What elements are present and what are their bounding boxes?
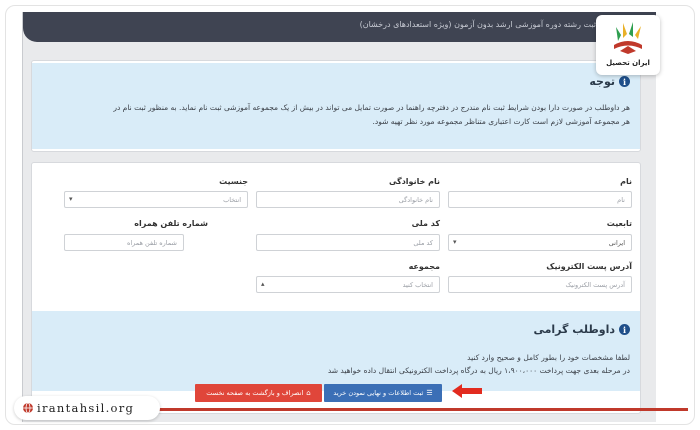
phone-label: شماره تلفن همراه	[134, 219, 208, 228]
info-icon: i	[619, 76, 630, 87]
last-name-input[interactable]: نام خانوادگی	[256, 191, 440, 208]
logo-emblem-icon	[614, 22, 642, 54]
first-name-input[interactable]: نام	[448, 191, 632, 208]
chevron-down-icon: ▾	[453, 238, 457, 246]
phone-input[interactable]: شماره تلفن همراه	[64, 234, 184, 251]
last-name-label: نام خانوادگی	[388, 177, 440, 186]
globe-icon	[23, 402, 33, 414]
email-input[interactable]: آدرس پست الکترونیک	[448, 276, 632, 293]
candidate-notice-text: لطفا مشخصات خود را بطور کامل و صحیح وارد…	[42, 351, 630, 377]
screenshot-area: ثبت رشته دوره آموزشی ارشد بدون آزمون (وی…	[22, 12, 656, 422]
notice-box: i توجه هر داوطلب در صورت دارا بودن شرایط…	[32, 63, 640, 149]
site-url-badge: irantahsil.org	[14, 396, 160, 420]
gender-select[interactable]: انتخاب ▾	[64, 191, 248, 208]
red-arrow-icon	[452, 384, 482, 398]
national-code-input[interactable]: کد ملی	[256, 234, 440, 251]
notice-text: هر داوطلب در صورت دارا بودن شرایط ثبت نا…	[42, 101, 630, 129]
email-label: آدرس پست الکترونیک	[546, 262, 632, 271]
list-icon: ☰	[426, 389, 433, 397]
notice-text-line-1: هر داوطلب در صورت دارا بودن شرایط ثبت نا…	[113, 103, 630, 112]
gender-label: جنسیت	[219, 177, 248, 186]
accent-line	[148, 408, 688, 411]
candidate-notice-line-2: در مرحله بعدی جهت پرداخت ۱،۹۰۰،۰۰۰ ریال …	[327, 366, 630, 375]
nationality-select[interactable]: ایرانی ▾	[448, 234, 632, 251]
group-select[interactable]: انتخاب کنید ▴	[256, 276, 440, 293]
chevron-down-icon: ▴	[261, 280, 265, 288]
submit-button[interactable]: ☰ ثبت اطلاعات و نهایی نمودن خرید	[324, 384, 442, 402]
brand-logo: ایران تحصیل	[596, 15, 660, 75]
notice-title: i توجه	[589, 75, 630, 88]
page-header: ثبت رشته دوره آموزشی ارشد بدون آزمون (وی…	[23, 12, 656, 42]
page-title: ثبت رشته دوره آموزشی ارشد بدون آزمون (وی…	[359, 20, 596, 29]
nationality-label: تابعیت	[606, 219, 632, 228]
notice-panel: i توجه هر داوطلب در صورت دارا بودن شرایط…	[31, 60, 641, 152]
cancel-button[interactable]: ⌂ انصراف و بازگشت به صفحه نخست	[195, 384, 322, 402]
chevron-down-icon: ▾	[69, 195, 73, 203]
first-name-label: نام	[620, 177, 632, 186]
home-icon: ⌂	[306, 389, 311, 397]
national-code-label: کد ملی	[411, 219, 440, 228]
candidate-notice-line-1: لطفا مشخصات خود را بطور کامل و صحیح وارد…	[467, 353, 630, 362]
registration-form-panel: نام نام نام خانوادگی نام خانوادگی جنسیت …	[31, 162, 641, 414]
candidate-notice-box: i داوطلب گرامی لطفا مشخصات خود را بطور ک…	[32, 311, 640, 391]
notice-text-line-2: هر مجموعه آموزشی لازم است کارت اعتباری م…	[372, 117, 630, 126]
logo-text: ایران تحصیل	[606, 59, 650, 67]
candidate-notice-title: i داوطلب گرامی	[533, 323, 630, 336]
site-url: irantahsil.org	[37, 401, 135, 415]
info-icon: i	[619, 324, 630, 335]
group-label: مجموعه	[408, 262, 440, 271]
